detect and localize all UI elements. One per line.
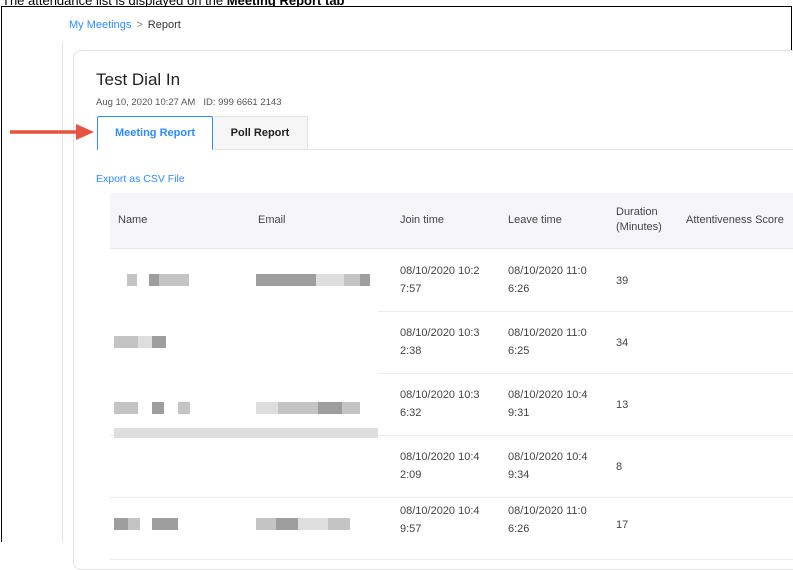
header-duration-line2: (Minutes) bbox=[616, 221, 662, 233]
leave-time: 08/10/2020 10:4 9:34 bbox=[508, 448, 588, 484]
blurred-name bbox=[138, 336, 152, 348]
leave-time: 08/10/2020 11:0 6:26 bbox=[508, 502, 587, 538]
redaction-bar bbox=[114, 428, 378, 438]
blurred-email bbox=[344, 274, 360, 286]
blurred-name bbox=[127, 274, 137, 286]
join-time: 08/10/2020 10:4 2:09 bbox=[400, 448, 480, 484]
blurred-name bbox=[159, 274, 189, 286]
leave-time-line1: 08/10/2020 11:0 bbox=[508, 327, 587, 339]
blurred-email bbox=[316, 274, 344, 286]
join-time-line2: 9:57 bbox=[400, 523, 422, 535]
blurred-email bbox=[298, 518, 328, 530]
breadcrumb-current: Report bbox=[147, 19, 181, 31]
blurred-email bbox=[342, 402, 360, 414]
redaction-panel bbox=[110, 364, 378, 378]
leave-time: 08/10/2020 10:4 9:31 bbox=[508, 386, 588, 422]
join-time: 08/10/2020 10:4 9:57 bbox=[400, 502, 480, 538]
join-time-line1: 08/10/2020 10:3 bbox=[400, 327, 480, 339]
export-csv-link[interactable]: Export as CSV File bbox=[96, 173, 185, 185]
duration-value: 13 bbox=[616, 399, 629, 411]
meeting-datetime: Aug 10, 2020 10:27 AM bbox=[96, 97, 196, 108]
table-header: Name Email Join time Leave time Duration… bbox=[110, 193, 793, 249]
leave-time: 08/10/2020 11:0 6:26 bbox=[508, 262, 587, 298]
blurred-name bbox=[149, 274, 159, 286]
blurred-email bbox=[256, 274, 316, 286]
join-time-line2: 2:09 bbox=[400, 469, 422, 481]
join-time-line1: 08/10/2020 10:4 bbox=[400, 505, 480, 517]
table-row: 08/10/2020 10:4 2:09 08/10/2020 10:4 9:3… bbox=[110, 436, 793, 498]
meeting-title: Test Dial In bbox=[96, 70, 181, 89]
blurred-email bbox=[328, 518, 350, 530]
meeting-meta: Aug 10, 2020 10:27 AM ID: 999 6661 2143 bbox=[96, 97, 282, 108]
leave-time-line1: 08/10/2020 11:0 bbox=[508, 505, 587, 517]
table-row: 08/10/2020 10:2 7:57 08/10/2020 11:0 6:2… bbox=[110, 250, 793, 312]
join-time-line2: 7:57 bbox=[400, 283, 422, 295]
join-time-line2: 6:32 bbox=[400, 407, 422, 419]
leave-time-line1: 08/10/2020 11:0 bbox=[508, 265, 587, 277]
breadcrumb: My Meetings > Report bbox=[69, 19, 181, 31]
header-leave-time[interactable]: Leave time bbox=[508, 213, 562, 228]
duration-value: 8 bbox=[616, 461, 623, 473]
blurred-name bbox=[128, 518, 140, 530]
leave-time-line2: 9:31 bbox=[508, 407, 530, 419]
table-row: 08/10/2020 10:3 6:32 08/10/2020 10:4 9:3… bbox=[110, 374, 793, 436]
header-join-time[interactable]: Join time bbox=[400, 213, 444, 228]
join-time: 08/10/2020 10:3 2:38 bbox=[400, 324, 480, 360]
blurred-email bbox=[318, 402, 342, 414]
header-attentiveness[interactable]: Attentiveness Score bbox=[686, 213, 784, 228]
table-row: 08/10/2020 10:4 9:57 08/10/2020 11:0 6:2… bbox=[110, 498, 793, 560]
blurred-name bbox=[114, 402, 138, 414]
blurred-name bbox=[114, 336, 138, 348]
breadcrumb-my-meetings-link[interactable]: My Meetings bbox=[69, 19, 131, 31]
blurred-name bbox=[152, 336, 166, 348]
blurred-name bbox=[152, 518, 178, 530]
blurred-name bbox=[114, 518, 128, 530]
header-email[interactable]: Email bbox=[258, 213, 286, 228]
leave-time-line2: 6:26 bbox=[508, 283, 530, 295]
blurred-name bbox=[178, 402, 190, 414]
pointer-arrow-icon bbox=[10, 124, 94, 140]
join-time-line1: 08/10/2020 10:3 bbox=[400, 389, 480, 401]
blurred-email bbox=[256, 518, 276, 530]
leave-time-line2: 9:34 bbox=[508, 469, 530, 481]
redaction-panel bbox=[110, 309, 378, 321]
left-divider bbox=[62, 42, 63, 542]
duration-value: 17 bbox=[616, 519, 629, 531]
duration-value: 34 bbox=[616, 337, 629, 349]
join-time-line2: 2:38 bbox=[400, 345, 422, 357]
blurred-email bbox=[360, 274, 370, 286]
leave-time-line2: 6:26 bbox=[508, 523, 530, 535]
header-duration-line1: Duration bbox=[616, 206, 658, 218]
join-time: 08/10/2020 10:2 7:57 bbox=[400, 262, 480, 298]
breadcrumb-separator: > bbox=[136, 19, 143, 31]
blurred-email bbox=[256, 402, 278, 414]
duration-value: 39 bbox=[616, 275, 629, 287]
leave-time-line1: 08/10/2020 10:4 bbox=[508, 451, 588, 463]
blurred-name bbox=[152, 402, 164, 414]
tab-poll-report[interactable]: Poll Report bbox=[213, 116, 308, 150]
join-time-line1: 08/10/2020 10:2 bbox=[400, 265, 480, 277]
leave-time-line1: 08/10/2020 10:4 bbox=[508, 389, 588, 401]
join-time-line1: 08/10/2020 10:4 bbox=[400, 451, 480, 463]
blurred-email bbox=[278, 402, 318, 414]
header-name[interactable]: Name bbox=[118, 213, 147, 228]
leave-time: 08/10/2020 11:0 6:25 bbox=[508, 324, 587, 360]
leave-time-line2: 6:25 bbox=[508, 345, 530, 357]
meeting-id: ID: 999 6661 2143 bbox=[203, 97, 282, 108]
join-time: 08/10/2020 10:3 6:32 bbox=[400, 386, 480, 422]
tab-meeting-report[interactable]: Meeting Report bbox=[97, 116, 213, 150]
header-duration[interactable]: Duration (Minutes) bbox=[616, 205, 662, 235]
blurred-email bbox=[276, 518, 298, 530]
